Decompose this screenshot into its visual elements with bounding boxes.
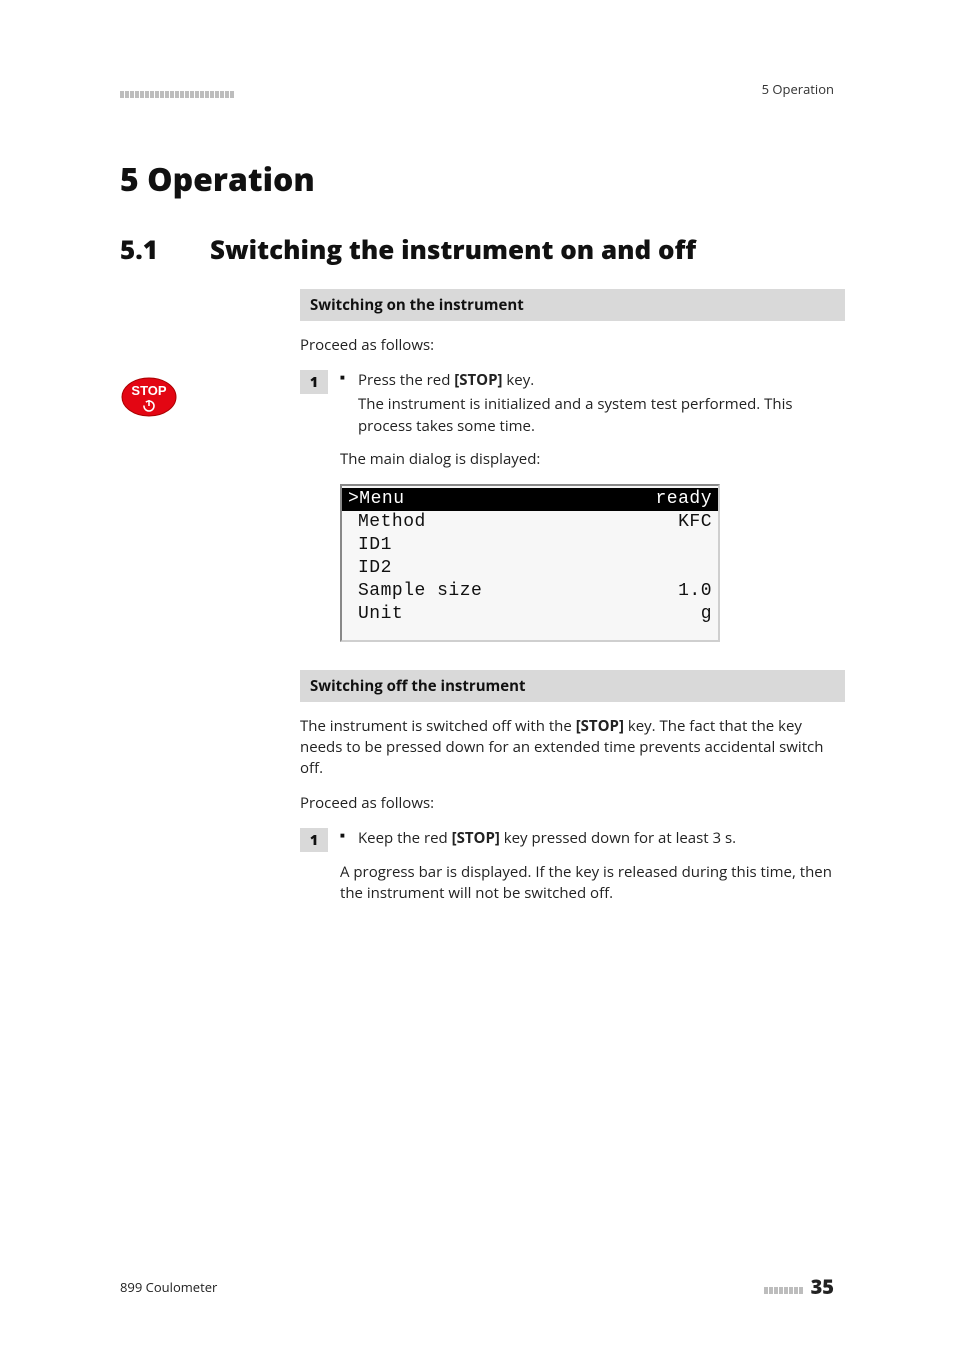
step-number-on-1: 1 bbox=[300, 370, 328, 394]
step-off-1-detail: A progress bar is displayed. If the key … bbox=[340, 862, 845, 904]
header-dashes bbox=[120, 91, 234, 98]
step-off-1-bullet: Keep the red [STOP] key pressed down for… bbox=[340, 828, 845, 850]
step-on-1-detail: The instrument is initialized and a syst… bbox=[340, 394, 845, 438]
switching-on-heading: Switching on the instrument bbox=[300, 289, 845, 321]
footer-product: 899 Coulometer bbox=[120, 1278, 217, 1296]
switch-off-para: The instrument is switched off with the … bbox=[300, 716, 845, 779]
switching-off-heading: Switching off the instrument bbox=[300, 670, 845, 702]
running-header: 5 Operation bbox=[762, 80, 834, 98]
footer-dashes bbox=[764, 1287, 803, 1294]
chapter-heading: 5 Operation bbox=[120, 158, 834, 201]
step-on-1-bullet: Press the red [STOP] key. bbox=[340, 370, 845, 392]
proceed-text-off: Proceed as follows: bbox=[300, 793, 845, 814]
proceed-text-on: Proceed as follows: bbox=[300, 335, 845, 356]
main-dialog-text: The main dialog is displayed: bbox=[340, 449, 845, 470]
section-title: Switching the instrument on and off bbox=[210, 231, 696, 267]
section-number: 5.1 bbox=[120, 231, 180, 267]
page-number: 35 bbox=[811, 1273, 834, 1300]
svg-text:STOP: STOP bbox=[131, 383, 166, 398]
lcd-screenshot: >Menuready MethodKFC ID1 ID2 Sample size… bbox=[340, 484, 720, 642]
stop-key-icon: STOP bbox=[120, 376, 178, 418]
step-number-off-1: 1 bbox=[300, 828, 328, 852]
